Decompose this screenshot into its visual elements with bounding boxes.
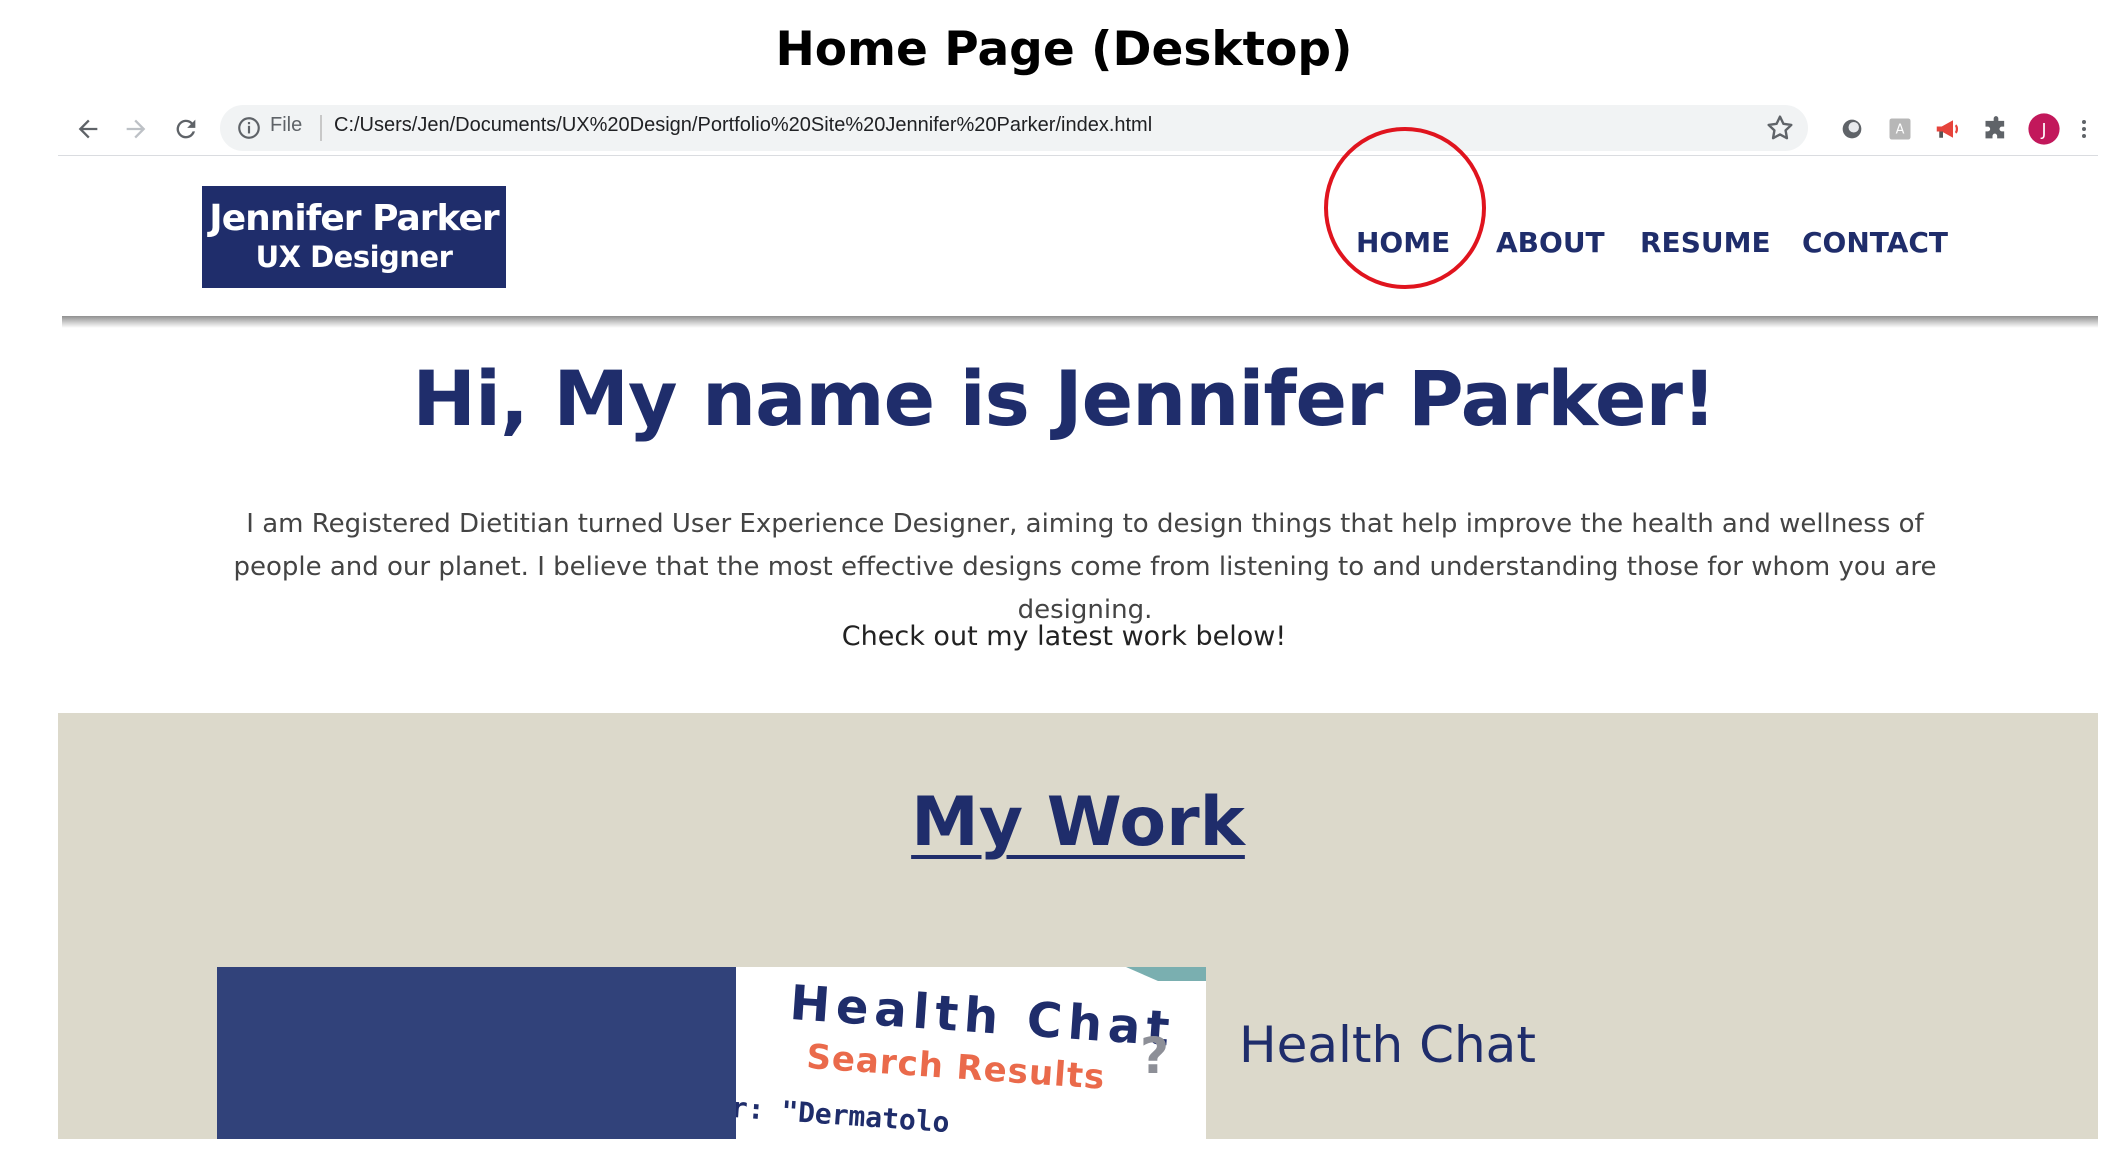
scheme-label: File [270,114,303,136]
hero-title: Hi, My name is Jennifer Parker! [412,354,1716,443]
help-icon: ? [1140,1027,1170,1085]
project-thumbnail-panel[interactable] [217,967,736,1139]
browser-toolbar: File C:/Users/Jen/Documents/UX%20Design/… [58,103,2098,155]
forward-arrow-icon[interactable] [114,103,158,155]
nav-about[interactable]: ABOUT [1496,226,1605,259]
profile-avatar-icon[interactable]: J [2022,103,2066,155]
svg-text:A: A [1896,123,1905,138]
omnibox-divider [320,115,322,141]
project-thumbnail-image[interactable]: Health Chat Search Results r: "Dermatolo… [736,967,1206,1139]
url-text[interactable]: C:/Users/Jen/Documents/UX%20Design/Portf… [334,114,1152,137]
profile-initial: J [2040,120,2046,140]
extensions-puzzle-icon[interactable] [1974,103,2018,155]
address-bar[interactable]: File C:/Users/Jen/Documents/UX%20Design/… [220,105,1808,151]
extension-circle-icon[interactable] [1830,103,1874,155]
bookmark-star-icon[interactable] [1764,112,1796,144]
thumbnail-accent [1126,967,1206,981]
main-nav: HOME ABOUT RESUME CONTACT [0,226,2128,266]
page-caption: Home Page (Desktop) [775,22,1353,77]
header-shadow [62,316,2098,328]
extension-megaphone-icon[interactable] [1926,103,1970,155]
back-arrow-icon[interactable] [66,103,110,155]
reload-icon[interactable] [164,103,208,155]
info-icon[interactable] [236,115,262,141]
nav-resume[interactable]: RESUME [1640,226,1771,259]
nav-contact[interactable]: CONTACT [1802,226,1948,259]
project-title[interactable]: Health Chat [1239,1016,1536,1074]
hero-bio: I am Registered Dietitian turned User Ex… [233,509,1937,625]
hero-cta: Check out my latest work below! [841,621,1287,652]
menu-kebab-icon[interactable] [2062,103,2106,155]
my-work-heading: My Work [911,783,1245,862]
annotation-circle [1324,127,1486,289]
thumbnail-query: r: "Dermatolo [736,1091,951,1139]
extension-translate-icon[interactable]: A [1878,103,1922,155]
